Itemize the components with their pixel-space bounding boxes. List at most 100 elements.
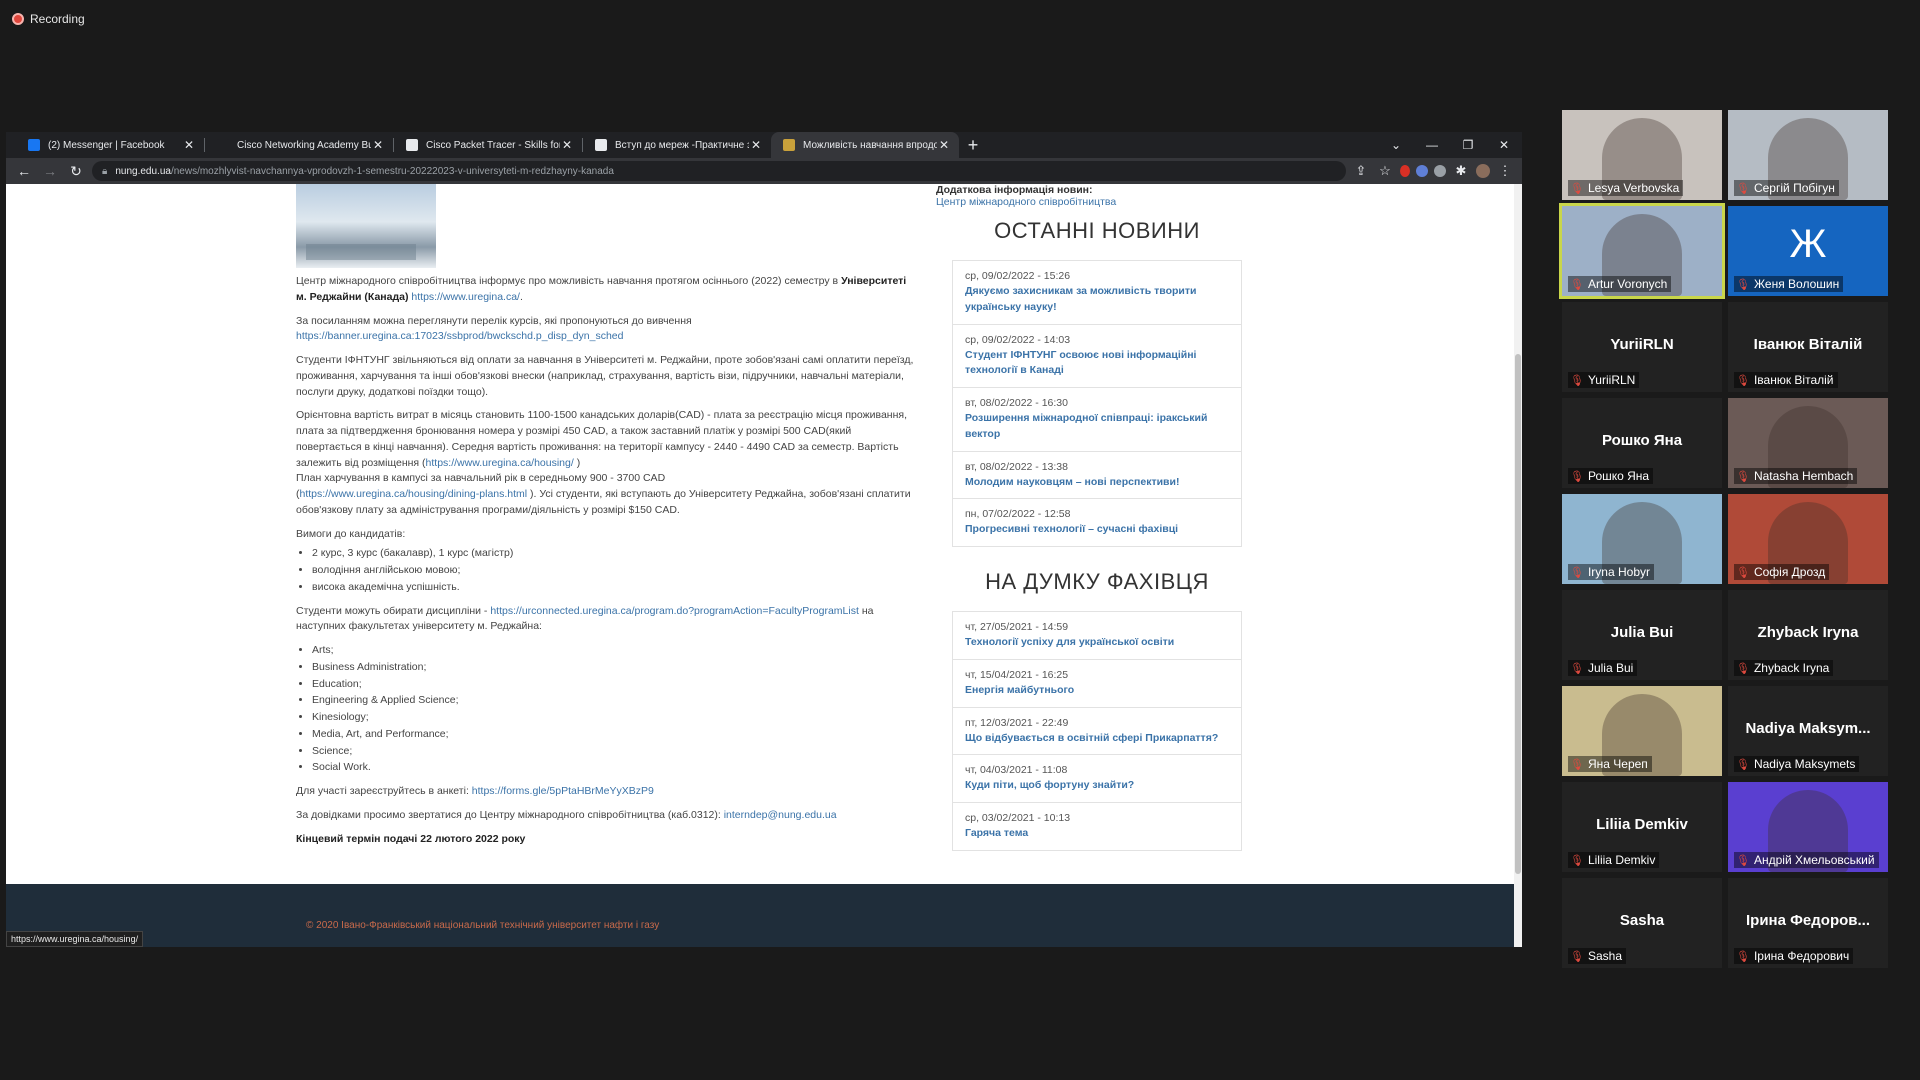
participant-tile[interactable]: 🎙︎ Natasha Hembach <box>1728 398 1888 488</box>
disciplines-link[interactable]: https://urconnected.uregina.ca/program.d… <box>490 605 859 617</box>
news-title-link[interactable]: Молодим науковцям – нові перспективи! <box>965 475 1229 491</box>
participant-tile[interactable]: 🎙︎ Artur Voronych <box>1559 203 1725 299</box>
contact-email-link[interactable]: interndep@nung.edu.ua <box>724 809 837 821</box>
mic-muted-icon: 🎙︎ <box>1570 374 1584 387</box>
nung-icon <box>783 139 795 151</box>
browser-menu-icon[interactable]: ⋮ <box>1496 163 1514 179</box>
article-paragraph-disciplines: Студенти можуть обирати дисципліни - htt… <box>296 604 916 636</box>
news-title-link[interactable]: Технології успіху для української освіти <box>965 635 1229 651</box>
additional-info-link[interactable]: Центр міжнародного співробітництва <box>936 196 1236 208</box>
news-date: вт, 08/02/2022 - 13:38 <box>965 460 1068 473</box>
extension-blue-icon[interactable] <box>1416 165 1428 177</box>
participant-tile[interactable]: 🎙︎ Сергій Побігун <box>1728 110 1888 200</box>
participant-tile[interactable]: 🎙︎ Яна Череп <box>1562 686 1722 776</box>
news-title-link[interactable]: Що відбувається в освітній сфері Прикарп… <box>965 731 1229 747</box>
tab-close-icon[interactable]: ✕ <box>182 138 196 152</box>
tab-close-icon[interactable]: ✕ <box>371 138 385 152</box>
restore-icon[interactable]: ❐ <box>1450 132 1486 158</box>
tab-search-icon[interactable]: ⌄ <box>1378 132 1414 158</box>
news-title-link[interactable]: Енергія майбутнього <box>965 683 1229 699</box>
participant-tile[interactable]: YuriiRLN 🎙︎ YuriiRLN <box>1562 302 1722 392</box>
uregina-link[interactable]: https://www.uregina.ca/ <box>411 291 520 303</box>
browser-tab[interactable]: Вступ до мереж -Практичне за ✕ <box>583 132 771 158</box>
news-date: пн, 07/02/2022 - 12:58 <box>965 508 1071 521</box>
mic-muted-icon: 🎙︎ <box>1736 278 1750 291</box>
participant-tile[interactable]: Julia Bui 🎙︎ Julia Bui <box>1562 590 1722 680</box>
costs-text: Орієнтовна вартість витрат в місяць стан… <box>296 409 908 469</box>
tab-close-icon[interactable]: ✕ <box>937 138 951 152</box>
extension-cloud-icon[interactable] <box>1434 165 1446 177</box>
article-paragraph-intro: Центр міжнародного співробітництва інфор… <box>296 275 907 303</box>
participant-name: Ірина Федорович <box>1753 949 1850 963</box>
mic-muted-icon: 🎙︎ <box>1736 182 1750 195</box>
share-icon[interactable]: ⇪ <box>1352 163 1370 179</box>
article-paragraph-contact: За довідками просимо звертатися до Центр… <box>296 808 916 824</box>
browser-tab[interactable]: Cisco Packet Tracer - Skills for All✕ <box>394 132 582 158</box>
participant-tile[interactable]: 🎙︎ Софія Дрозд <box>1728 494 1888 584</box>
participant-tile[interactable]: Ж 🎙︎ Женя Волошин <box>1728 206 1888 296</box>
bookmark-star-icon[interactable]: ☆ <box>1376 163 1394 179</box>
extensions-puzzle-icon[interactable]: ✱ <box>1452 163 1470 179</box>
registration-form-link[interactable]: https://forms.gle/5pPtaHBrMeYyXBzP9 <box>472 785 654 797</box>
news-title-link[interactable]: Куди піти, щоб фортуну знайти? <box>965 778 1229 794</box>
news-item: ср, 03/02/2021 - 10:13 Гаряча тема <box>953 803 1241 850</box>
dining-plans-link[interactable]: https://www.uregina.ca/housing/dining-pl… <box>300 488 528 500</box>
participant-tile[interactable]: Nadiya Maksym... 🎙︎ Nadiya Maksymets <box>1728 686 1888 776</box>
news-title-link[interactable]: Розширення міжнародної співпраці: іраксь… <box>965 411 1229 443</box>
deadline-bold: Кінцевий термін подачі 22 лютого 2022 ро… <box>296 832 526 845</box>
news-item: вт, 08/02/2022 - 16:30 Розширення міжнаро… <box>953 388 1241 452</box>
participant-display-name: Sasha <box>1619 912 1665 929</box>
tab-bar: (2) Messenger | Facebook ✕ Cisco Networkin… <box>6 132 1522 158</box>
reload-icon[interactable]: ↻ <box>66 163 86 180</box>
url-host: nung.edu.ua <box>115 165 171 177</box>
participant-tile[interactable]: Іванюк Віталій 🎙︎ Іванюк Віталій <box>1728 302 1888 392</box>
minimize-icon[interactable]: — <box>1414 132 1450 158</box>
profile-avatar[interactable] <box>1476 164 1490 178</box>
window-controls: ⌄ — ❐ ✕ <box>1378 132 1522 158</box>
new-tab-button[interactable]: + <box>959 132 987 158</box>
participant-label: 🎙︎ Андрій Хмельовський <box>1734 852 1879 868</box>
page-scrollbar[interactable] <box>1514 184 1522 947</box>
news-title-link[interactable]: Студент ІФНТУНГ освоює нові інформаційні… <box>965 348 1229 380</box>
browser-tab[interactable]: (2) Messenger | Facebook ✕ <box>16 132 204 158</box>
browser-tab[interactable]: Можливість навчання впродов ✕ <box>771 132 959 158</box>
faculties-list: Arts;Business Administration;Education;E… <box>312 643 916 776</box>
news-item: чт, 15/04/2021 - 16:25 Енергія майбутньог… <box>953 660 1241 708</box>
participant-label: 🎙︎ Zhyback Iryna <box>1734 660 1834 676</box>
participant-name: Liliia Demkiv <box>1587 853 1656 867</box>
participant-tile[interactable]: Рошко Яна 🎙︎ Рошко Яна <box>1562 398 1722 488</box>
courses-link[interactable]: https://banner.uregina.ca:17023/ssbprod/… <box>296 330 623 342</box>
participant-tile[interactable]: Ірина Федоров... 🎙︎ Ірина Федорович <box>1728 878 1888 968</box>
page-icon <box>406 139 418 151</box>
participant-tile[interactable]: Zhyback Iryna 🎙︎ Zhyback Iryna <box>1728 590 1888 680</box>
participant-display-name: Іванюк Віталій <box>1753 336 1863 353</box>
scrollbar-thumb[interactable] <box>1515 354 1521 874</box>
latest-news-list: ср, 09/02/2022 - 15:26 Дякуємо захисникам… <box>952 260 1242 547</box>
requirements-title: Вимоги до кандидатів: <box>296 527 406 540</box>
participant-label: 🎙︎ Artur Voronych <box>1568 276 1672 292</box>
mic-muted-icon: 🎙︎ <box>1570 854 1584 867</box>
news-title-link[interactable]: Прогресивні технології – сучасні фахівці <box>965 522 1229 538</box>
address-bar[interactable]: 🔒︎ nung.edu.ua /news/mozhlyvist-navchann… <box>92 161 1346 181</box>
news-sidebar: Додаткова інформація новин: Центр міжнар… <box>936 184 1242 851</box>
participant-tile[interactable]: 🎙︎ Iryna Hobyr <box>1562 494 1722 584</box>
news-title-link[interactable]: Гаряча тема <box>965 826 1229 842</box>
participant-name: YuriiRLN <box>1587 373 1636 387</box>
browser-tab[interactable]: Cisco Networking Academy Build ✕ <box>205 132 393 158</box>
contact-text: За довідками просимо звертатися до Центр… <box>296 808 724 821</box>
close-window-icon[interactable]: ✕ <box>1486 132 1522 158</box>
article-image <box>296 184 436 268</box>
participant-tile[interactable]: 🎙︎ Lesya Verbovska <box>1562 110 1722 200</box>
tab-close-icon[interactable]: ✕ <box>560 138 574 152</box>
participant-tile[interactable]: Liliia Demkiv 🎙︎ Liliia Demkiv <box>1562 782 1722 872</box>
disciplines-text: Студенти можуть обирати дисципліни - <box>296 604 491 617</box>
participant-tile[interactable]: 🎙︎ Андрій Хмельовський <box>1728 782 1888 872</box>
news-title-link[interactable]: Дякуємо захисникам за можливість творити… <box>965 284 1229 316</box>
housing-link[interactable]: https://www.uregina.ca/housing/ <box>426 457 574 469</box>
extension-red-icon[interactable] <box>1400 165 1410 177</box>
participant-label: 🎙︎ Яна Череп <box>1568 756 1652 772</box>
forward-icon[interactable]: → <box>40 163 60 179</box>
participant-tile[interactable]: Sasha 🎙︎ Sasha <box>1562 878 1722 968</box>
tab-close-icon[interactable]: ✕ <box>749 138 763 152</box>
back-icon[interactable]: ← <box>14 163 34 179</box>
